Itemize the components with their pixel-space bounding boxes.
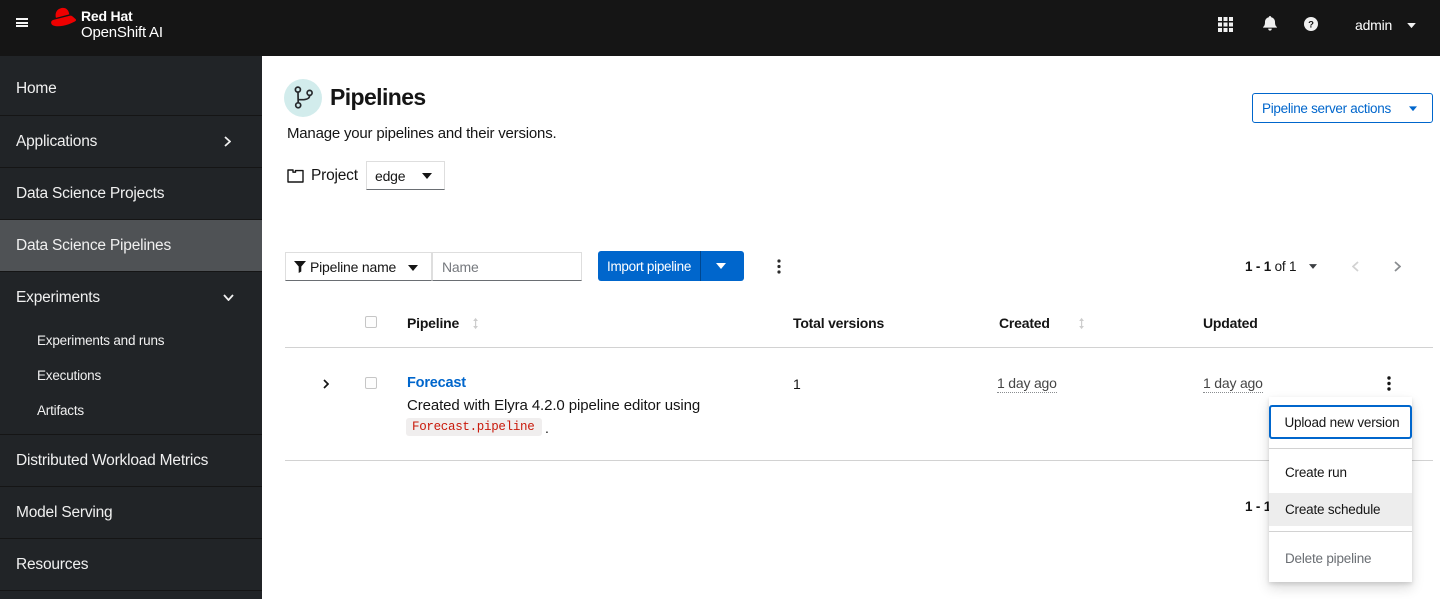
svg-text:?: ? [1308, 20, 1314, 31]
